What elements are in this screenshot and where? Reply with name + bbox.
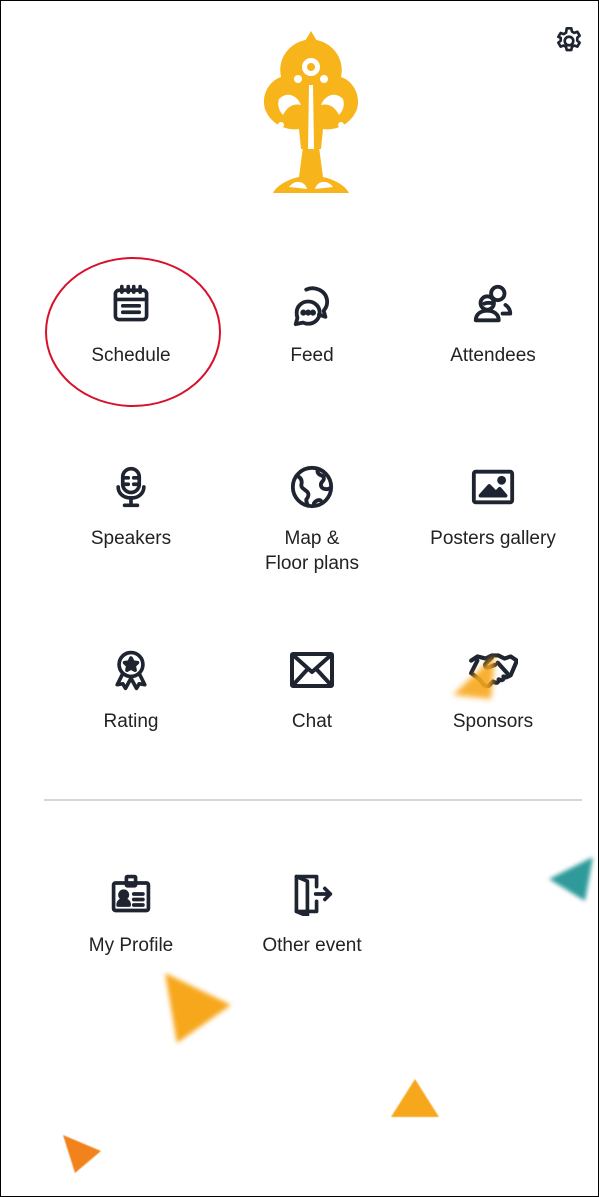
menu-item-schedule[interactable]: Schedule	[41, 279, 221, 368]
decorative-triangle-orange-3	[391, 1079, 439, 1117]
people-icon	[468, 279, 518, 329]
section-divider	[44, 799, 582, 801]
award-ribbon-icon	[106, 645, 156, 695]
globe-icon	[287, 462, 337, 512]
settings-button[interactable]	[549, 21, 589, 61]
decorative-triangle-orange-2	[165, 973, 231, 1043]
menu-item-chat[interactable]: Chat	[222, 645, 402, 734]
map-label: Map & Floor plans	[265, 526, 359, 576]
posters-label: Posters gallery	[430, 528, 556, 549]
menu-item-other-event[interactable]: Other event	[222, 869, 402, 958]
other-event-label: Other event	[262, 935, 362, 956]
feed-label: Feed	[290, 345, 334, 366]
gear-icon	[557, 27, 581, 52]
microphone-icon	[106, 462, 156, 512]
menu-item-speakers[interactable]: Speakers	[41, 462, 221, 551]
speakers-label: Speakers	[90, 528, 172, 549]
picture-icon	[468, 462, 518, 512]
schedule-label: Schedule	[91, 345, 171, 366]
menu-item-my-profile[interactable]: My Profile	[41, 869, 221, 958]
sponsors-label: Sponsors	[452, 711, 534, 732]
event-logo	[263, 31, 359, 193]
map-label-line2: Floor plans	[265, 553, 359, 574]
door-exit-icon	[287, 869, 337, 919]
menu-item-rating[interactable]: Rating	[41, 645, 221, 734]
id-badge-icon	[106, 869, 156, 919]
menu-item-attendees[interactable]: Attendees	[403, 279, 583, 368]
rating-label: Rating	[103, 711, 159, 732]
attendees-label: Attendees	[450, 345, 536, 366]
menu-item-feed[interactable]: Feed	[222, 279, 402, 368]
chat-label: Chat	[291, 711, 333, 732]
calendar-icon	[106, 279, 156, 329]
menu-item-map[interactable]: Map & Floor plans	[222, 462, 402, 576]
my-profile-label: My Profile	[88, 935, 174, 956]
decorative-triangle-teal	[549, 857, 593, 901]
menu-item-posters[interactable]: Posters gallery	[403, 462, 583, 551]
handshake-icon	[468, 645, 518, 695]
map-label-line1: Map &	[284, 528, 340, 549]
envelope-icon	[287, 645, 337, 695]
chat-bubbles-icon	[287, 279, 337, 329]
decorative-triangle-orange-4	[63, 1135, 101, 1173]
home-screen: Schedule Feed Attendees Speakers Map & F…	[0, 0, 599, 1197]
menu-item-sponsors[interactable]: Sponsors	[403, 645, 583, 734]
